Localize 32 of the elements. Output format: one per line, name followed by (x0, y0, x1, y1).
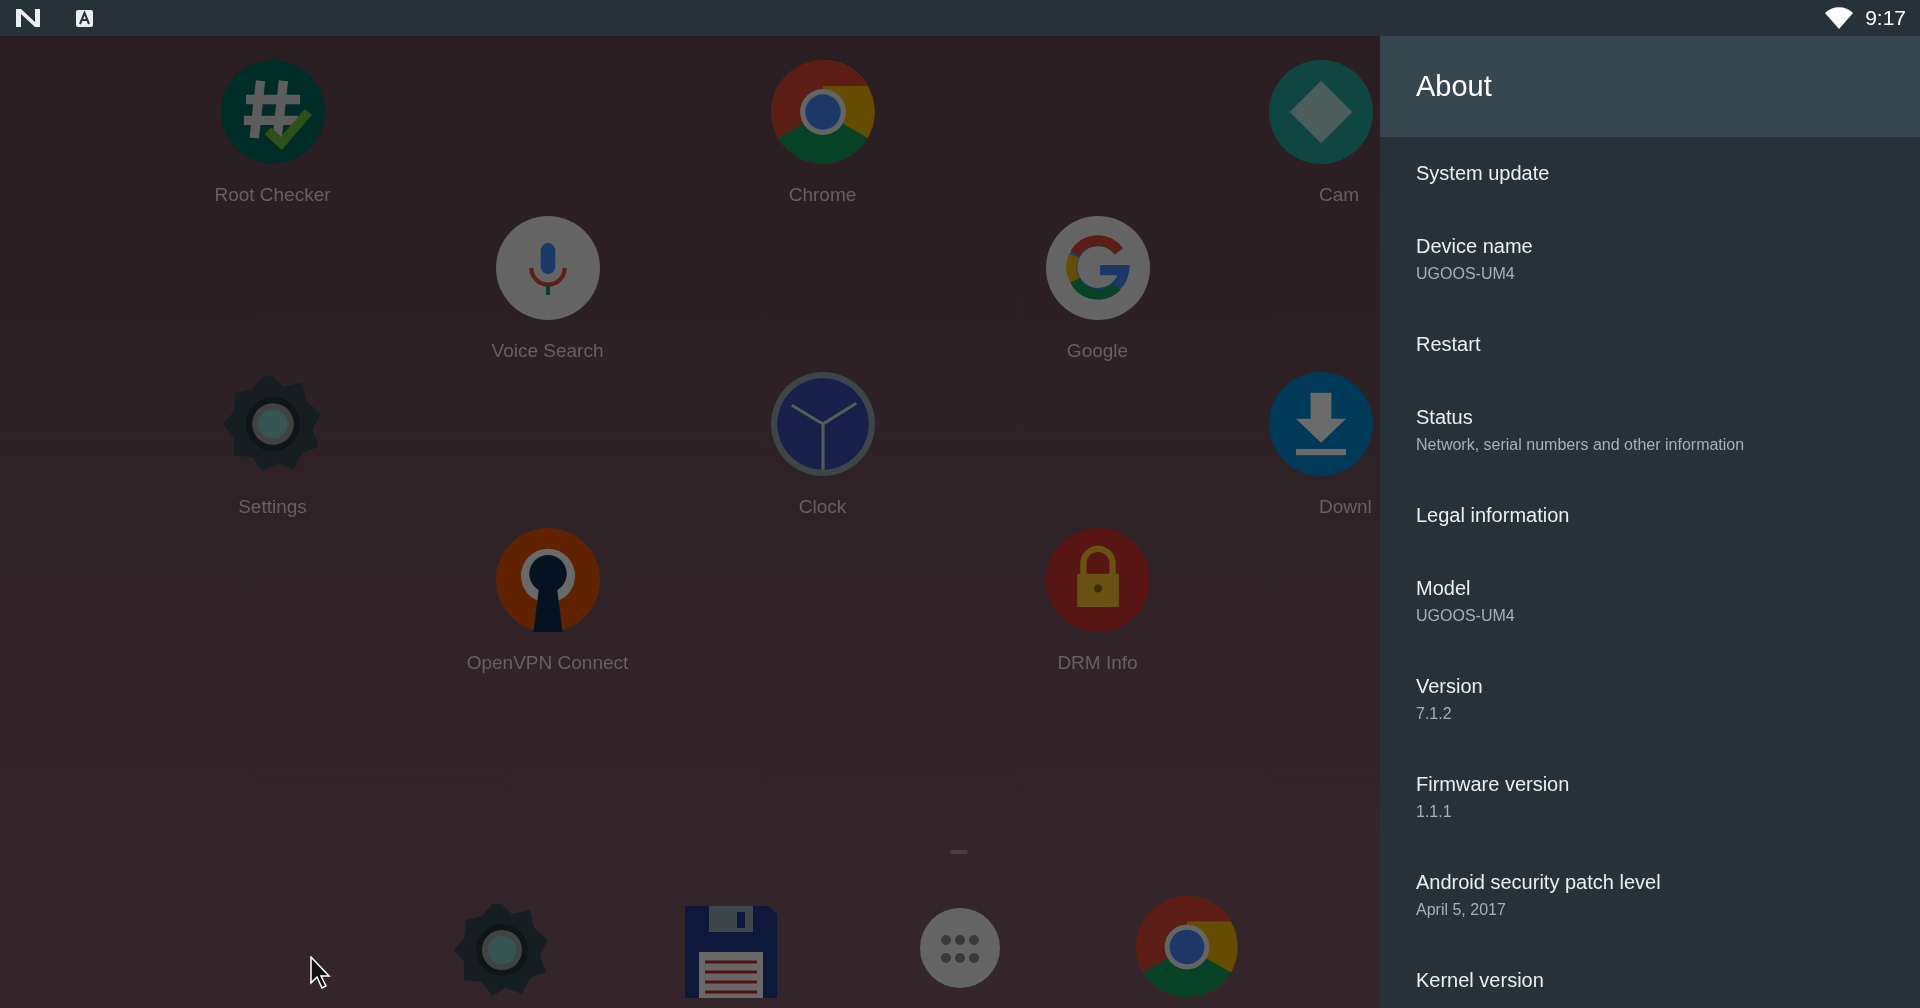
padlock-icon[interactable] (1045, 528, 1150, 632)
clock-icon[interactable] (770, 372, 875, 476)
setting-summary: UGOOS-UM4 (1416, 264, 1516, 283)
setting-summary: 1.1.1 (1416, 802, 1453, 821)
mouse-pointer-icon (310, 956, 332, 990)
setting-summary: UGOOS-UM4 (1416, 606, 1516, 625)
microphone-icon[interactable] (495, 216, 600, 320)
setting-summary: Network, serial numbers and other information (1416, 435, 1746, 454)
setting-title[interactable]: Status (1416, 405, 1884, 429)
app-drawer-icon[interactable] (920, 908, 1000, 988)
notification-a-icon (76, 9, 93, 27)
hash-check-icon[interactable] (220, 60, 325, 164)
setting-title[interactable]: System update (1416, 161, 1884, 185)
setting-title[interactable]: Firmware version (1416, 772, 1884, 796)
chrome-icon[interactable] (1136, 896, 1238, 998)
setting-title[interactable]: Restart (1416, 332, 1884, 356)
setting-summary: April 5, 2017 (1416, 900, 1507, 919)
setting-title[interactable]: Version (1416, 674, 1884, 698)
setting-title[interactable]: Android security patch level (1416, 870, 1884, 894)
keyhole-icon[interactable] (495, 528, 600, 632)
clock-time: 9:17 (1865, 6, 1906, 30)
setting-title[interactable]: Kernel version (1416, 968, 1884, 992)
notification-n-icon (16, 9, 40, 27)
chrome-icon[interactable] (770, 60, 875, 164)
panel-title: About (1416, 70, 1492, 103)
download-icon[interactable] (1269, 372, 1373, 476)
wifi-icon (1825, 7, 1854, 29)
setting-title[interactable]: Model (1416, 576, 1884, 600)
google-g-icon[interactable] (1045, 216, 1150, 320)
setting-summary: 7.1.2 (1416, 704, 1453, 723)
setting-title[interactable]: Legal information (1416, 503, 1884, 527)
setting-title[interactable]: Device name (1416, 234, 1884, 258)
